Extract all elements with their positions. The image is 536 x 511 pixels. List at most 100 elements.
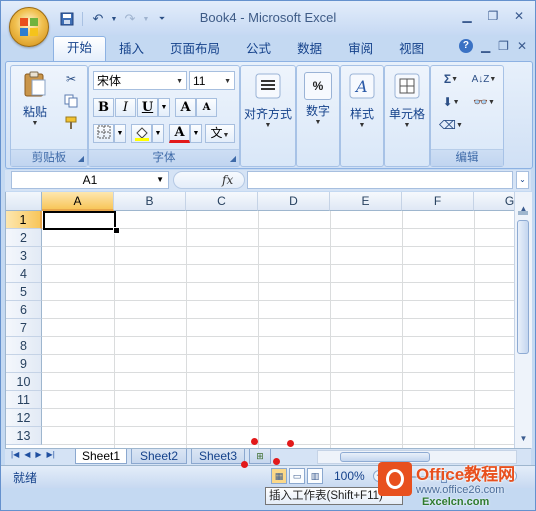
alignment-button[interactable]: 对齐方式 ▼ — [242, 72, 294, 129]
italic-button[interactable]: I — [115, 98, 136, 117]
row-header[interactable]: 5 — [6, 283, 42, 301]
row-header[interactable]: 13 — [6, 427, 42, 445]
tab-formulas[interactable]: 公式 — [233, 38, 284, 61]
styles-button[interactable]: A 样式 ▼ — [342, 72, 382, 129]
ribbon-minimize-icon[interactable]: ▁ — [481, 39, 490, 53]
font-name-combo[interactable]: 宋体 ▼ — [93, 71, 187, 90]
phonetic-label: 文 — [210, 126, 223, 140]
font-color-button[interactable]: A — [169, 124, 190, 143]
close-icon[interactable]: ✕ — [507, 7, 531, 25]
ribbon-close-icon[interactable]: ✕ — [517, 39, 527, 53]
sheet-tab-2[interactable]: Sheet2 — [131, 449, 187, 464]
chevron-down-icon: ▼ — [358, 122, 366, 129]
vertical-scrollbar[interactable]: ▲ ▼ — [514, 192, 532, 448]
autosum-button[interactable]: Σ ▼ — [436, 70, 466, 88]
find-select-button[interactable]: 👓 ▼ — [469, 93, 499, 111]
row-header[interactable]: 11 — [6, 391, 42, 409]
copy-icon[interactable] — [61, 92, 81, 110]
clipboard-launcher-icon[interactable]: ◢ — [78, 154, 84, 163]
scroll-down-icon[interactable]: ▼ — [516, 430, 531, 447]
clipboard-group-label: 剪贴板 — [11, 149, 87, 166]
font-size-combo[interactable]: 11 ▼ — [189, 71, 235, 90]
chevron-down-icon: ▼ — [314, 119, 322, 126]
underline-button[interactable]: U — [137, 98, 158, 117]
fill-handle[interactable] — [113, 227, 120, 234]
row-header[interactable]: 10 — [6, 373, 42, 391]
first-sheet-icon[interactable]: |◀ — [11, 450, 19, 459]
row-header[interactable]: 4 — [6, 265, 42, 283]
insert-function-icon[interactable]: fx — [222, 172, 233, 188]
bold-button[interactable]: B — [93, 98, 114, 117]
restore-icon[interactable]: ❐ — [481, 7, 505, 25]
zoom-level[interactable]: 100% — [334, 469, 365, 483]
cut-icon[interactable]: ✂ — [61, 70, 81, 88]
tab-review[interactable]: 审阅 — [335, 38, 386, 61]
expand-formula-bar-icon[interactable]: ⌄ — [516, 171, 529, 189]
grid-row-line — [42, 390, 515, 391]
normal-view-icon[interactable]: ▦ — [271, 468, 287, 484]
fill-button[interactable]: ⬇ ▼ — [436, 93, 466, 111]
column-header[interactable]: B — [114, 192, 186, 211]
ribbon-restore-icon[interactable]: ❐ — [498, 39, 509, 53]
insert-sheet-icon[interactable]: ⊞ — [249, 449, 271, 464]
cells-button[interactable]: 单元格 ▼ — [385, 72, 429, 129]
clear-button[interactable]: ⌫ ▼ — [436, 116, 466, 134]
sheet-tab-1[interactable]: Sheet1 — [75, 449, 127, 464]
font-color-dropdown-icon[interactable]: ▼ — [190, 124, 202, 143]
sheet-tab-3[interactable]: Sheet3 — [191, 449, 245, 464]
row-header[interactable]: 9 — [6, 355, 42, 373]
format-painter-icon[interactable] — [61, 114, 81, 132]
tab-view[interactable]: 视图 — [386, 38, 437, 61]
number-button[interactable]: % 数字 ▼ — [298, 72, 338, 126]
font-size-value: 11 — [193, 74, 206, 88]
minimize-icon[interactable]: ▁ — [455, 7, 479, 25]
fill-color-icon[interactable] — [131, 124, 152, 143]
row-header[interactable]: 3 — [6, 247, 42, 265]
select-all-corner[interactable] — [6, 192, 42, 211]
row-header[interactable]: 12 — [6, 409, 42, 427]
row-header[interactable]: 7 — [6, 319, 42, 337]
tab-data[interactable]: 数据 — [284, 38, 335, 61]
scroll-up-icon[interactable]: ▲ — [516, 200, 531, 217]
vertical-scroll-thumb[interactable] — [517, 220, 529, 354]
formula-input[interactable] — [247, 171, 513, 189]
column-header[interactable]: A — [42, 192, 114, 211]
office-button[interactable] — [9, 7, 49, 47]
last-sheet-icon[interactable]: ▶| — [47, 450, 55, 459]
name-box[interactable]: A1 ▼ — [11, 171, 169, 189]
tab-home[interactable]: 开始 — [53, 36, 107, 61]
phonetic-guide-button[interactable]: 文▼ — [205, 124, 235, 143]
column-header[interactable]: F — [402, 192, 474, 211]
active-cell[interactable] — [43, 211, 116, 230]
marker-dot — [251, 438, 258, 445]
tab-page-layout[interactable]: 页面布局 — [157, 38, 233, 61]
number-label: 数字 — [305, 104, 330, 118]
underline-dropdown-icon[interactable]: ▼ — [158, 98, 170, 117]
borders-icon[interactable] — [93, 124, 114, 143]
page-layout-view-icon[interactable]: ▭ — [289, 468, 305, 484]
tab-insert[interactable]: 插入 — [106, 38, 157, 61]
column-header[interactable]: D — [258, 192, 330, 211]
row-header[interactable]: 2 — [6, 229, 42, 247]
paste-button[interactable]: 粘贴 ▼ — [17, 70, 53, 127]
watermark-url: www.office26.com — [416, 484, 505, 496]
page-break-view-icon[interactable]: ▥ — [307, 468, 323, 484]
help-icon[interactable]: ? — [458, 39, 473, 53]
font-group: 宋体 ▼ 11 ▼ B I U ▼ A A ▼ ▼ A ▼ 文▼ 字体 ◢ — [88, 65, 240, 167]
status-ready: 就绪 — [13, 471, 38, 485]
fill-color-dropdown-icon[interactable]: ▼ — [152, 124, 164, 143]
prev-sheet-icon[interactable]: ◀ — [24, 450, 30, 459]
column-header[interactable]: E — [330, 192, 402, 211]
font-launcher-icon[interactable]: ◢ — [230, 154, 236, 163]
borders-dropdown-icon[interactable]: ▼ — [114, 124, 126, 143]
row-header[interactable]: 6 — [6, 301, 42, 319]
row-header[interactable]: 8 — [6, 337, 42, 355]
column-header[interactable]: C — [186, 192, 258, 211]
shrink-font-button[interactable]: A — [196, 98, 217, 117]
grow-font-button[interactable]: A — [175, 98, 196, 117]
row-header[interactable]: 1 — [6, 211, 42, 229]
column-header[interactable]: G — [474, 192, 515, 211]
sort-filter-button[interactable]: A↓Z ▼ — [469, 70, 499, 88]
svg-text:A: A — [354, 77, 368, 96]
next-sheet-icon[interactable]: ▶ — [35, 450, 41, 459]
